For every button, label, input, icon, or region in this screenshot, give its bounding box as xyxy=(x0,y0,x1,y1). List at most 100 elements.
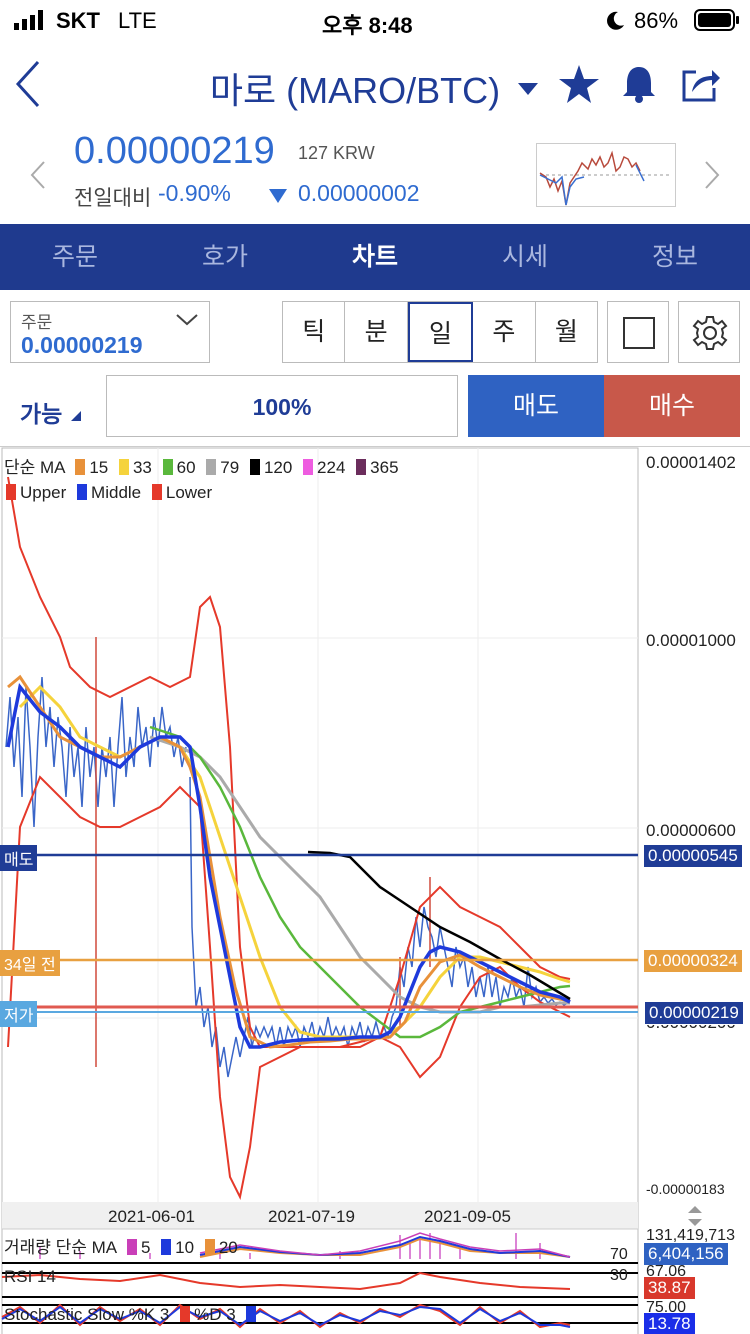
ma-224-label: 224 xyxy=(317,458,346,477)
carrier-label: SKT xyxy=(56,8,100,33)
chart-canvas[interactable] xyxy=(0,447,750,1334)
ma-79-label: 79 xyxy=(220,458,240,477)
chevron-down-icon xyxy=(176,314,198,326)
diff-amount: 0.00000002 xyxy=(298,180,420,206)
y-label-top: 0.00001402 xyxy=(646,453,736,472)
low-line-tag: 저가 xyxy=(0,1001,38,1027)
fullscreen-button[interactable] xyxy=(607,301,669,363)
network-label: LTE xyxy=(118,8,157,33)
vol-ma-5-label: 5 xyxy=(140,1238,151,1257)
tab-info[interactable]: 정보 xyxy=(600,224,750,290)
period-day[interactable]: 일 xyxy=(407,302,474,362)
period-tick[interactable]: 틱 xyxy=(283,302,346,362)
ma-33 xyxy=(18,684,571,1039)
next-coin-icon[interactable] xyxy=(702,160,722,190)
star-icon[interactable] xyxy=(558,64,600,104)
bb-lower-label: Lower xyxy=(165,483,213,502)
y-label-2: 0.00001000 xyxy=(646,631,736,650)
ma-365-label: 365 xyxy=(370,458,399,477)
ma-legend-prefix: 단순 MA xyxy=(4,458,65,477)
caret-down-icon xyxy=(518,83,539,95)
stochastic-k-swatch xyxy=(180,1306,191,1322)
sell-line-tag: 매도 xyxy=(0,845,38,871)
battery-percent: 86% xyxy=(634,8,679,33)
settings-button[interactable] xyxy=(678,301,740,363)
share-icon[interactable] xyxy=(680,64,722,104)
tab-orderbook[interactable]: 호가 xyxy=(150,224,300,290)
available-dropdown[interactable]: 가능 xyxy=(20,395,83,429)
battery-icon xyxy=(694,9,739,31)
period-minute[interactable]: 분 xyxy=(345,302,408,362)
bb-lower-swatch xyxy=(151,484,162,500)
vol-ma-20-label: 20 xyxy=(218,1238,238,1257)
volume-legend: 거래량 단순 MA 5 10 20 xyxy=(4,1233,238,1258)
diff-label: 전일대비 xyxy=(74,187,152,210)
sell-button[interactable]: 매도 xyxy=(468,375,604,437)
x-label-2: 2021-07-19 xyxy=(268,1207,355,1226)
tab-bar: 주문 호가 차트 시세 정보 xyxy=(0,224,750,290)
stochastic-d-label: %D 3 xyxy=(194,1305,236,1324)
ma-15-label: 15 xyxy=(89,458,109,477)
buy-button[interactable]: 매수 xyxy=(604,375,740,437)
ma-33-label: 33 xyxy=(132,458,152,477)
order-label: 주문 xyxy=(21,313,53,332)
ma-120-label: 120 xyxy=(263,458,293,477)
order-price-select[interactable]: 주문 0.00000219 xyxy=(10,301,210,363)
ma-224-swatch xyxy=(303,459,314,475)
ma-33-swatch xyxy=(118,459,129,475)
resize-icon[interactable] xyxy=(686,1205,704,1227)
ago-price-tag: 0.00000324 xyxy=(644,950,742,972)
vol-ma-5-swatch xyxy=(126,1239,137,1255)
stochastic-d-swatch xyxy=(246,1306,257,1322)
rsi-label: RSI 14 xyxy=(4,1267,56,1286)
current-price: 0.00000219 xyxy=(74,130,275,172)
tab-chart[interactable]: 차트 xyxy=(300,224,450,290)
square-icon xyxy=(623,317,655,349)
amount-percent-field[interactable]: 100% xyxy=(106,375,458,437)
period-week[interactable]: 주 xyxy=(473,302,536,362)
stochastic-k-label: Stochastic Slow %K 3 xyxy=(4,1305,170,1324)
y-label-bottom: -0.00000183 xyxy=(646,1181,725,1197)
status-bar: SKT LTE 오후 8:48 86% xyxy=(0,0,750,40)
bb-legend: Upper Middle Lower xyxy=(0,483,212,503)
order-value: 0.00000219 xyxy=(21,332,143,358)
y-label-3: 0.00000600 xyxy=(646,821,736,840)
ma-15 xyxy=(7,674,571,1049)
bb-upper-label: Upper xyxy=(20,483,67,502)
current-price-tag: 0.00000219 xyxy=(644,1001,744,1025)
price-chart[interactable]: 단순 MA 15 33 60 79 120 224 365 Upper Midd… xyxy=(0,446,750,1334)
rsi-panel xyxy=(1,1262,638,1298)
ma-60-swatch xyxy=(162,459,173,475)
ma-79-swatch xyxy=(206,459,217,475)
mini-chart[interactable] xyxy=(536,143,676,207)
bb-middle-label: Middle xyxy=(91,483,142,502)
signal-icon xyxy=(14,10,43,30)
clock: 오후 8:48 xyxy=(322,13,413,38)
tab-market[interactable]: 시세 xyxy=(450,224,600,290)
moon-icon xyxy=(607,11,624,30)
period-selector: 틱 분 일 주 월 xyxy=(282,301,598,363)
stochastic-value: 13.78 xyxy=(644,1313,695,1334)
tab-order[interactable]: 주문 xyxy=(0,224,150,290)
volume-legend-prefix: 거래량 단순 MA xyxy=(4,1238,117,1257)
bell-icon[interactable] xyxy=(620,64,658,104)
rsi-level-high: 70 xyxy=(610,1246,628,1263)
down-triangle-icon xyxy=(269,189,287,203)
ma-legend: 단순 MA 15 33 60 79 120 224 365 xyxy=(4,453,399,478)
gear-icon xyxy=(692,316,728,350)
bb-upper-swatch xyxy=(6,484,16,500)
x-label-1: 2021-06-01 xyxy=(108,1207,195,1226)
x-label-3: 2021-09-05 xyxy=(424,1207,511,1226)
period-month[interactable]: 월 xyxy=(536,302,597,362)
coin-title: 마로 (MARO/BTC) xyxy=(209,70,501,111)
bb-middle-swatch xyxy=(77,484,88,500)
ma-15-swatch xyxy=(75,459,86,475)
diff-percent: -0.90% xyxy=(158,180,231,206)
vol-ma-20-swatch xyxy=(204,1239,215,1255)
stochastic-legend: Stochastic Slow %K 3 %D 3 xyxy=(4,1305,260,1325)
price-krw: 127 KRW xyxy=(298,143,375,163)
ma-365-swatch xyxy=(356,459,367,475)
prev-coin-icon[interactable] xyxy=(28,160,48,190)
sell-price-tag: 0.00000545 xyxy=(644,845,742,867)
rsi-value: 38.87 xyxy=(644,1277,695,1299)
